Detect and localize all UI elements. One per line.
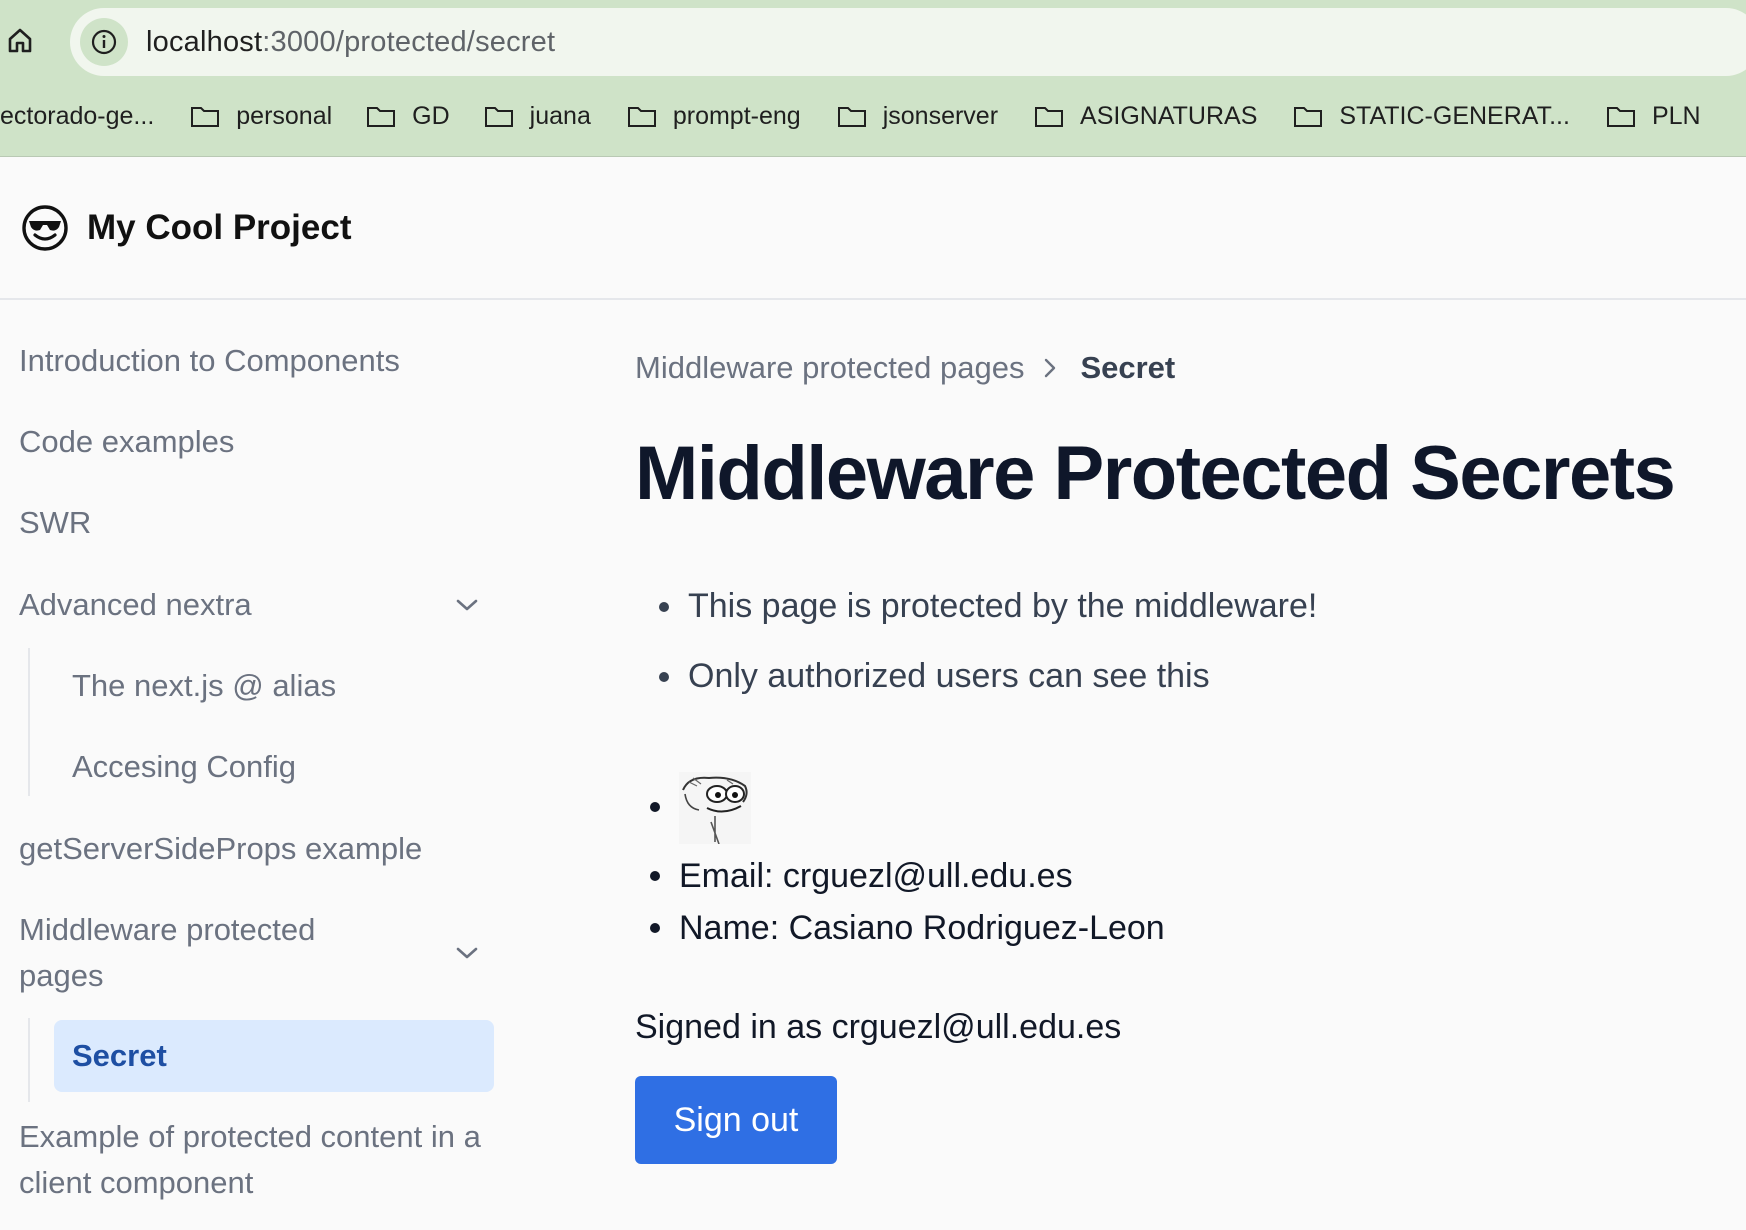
list-item: [635, 772, 1165, 850]
folder-icon: [191, 107, 220, 127]
bookmark-item[interactable]: PLN: [1606, 86, 1701, 146]
breadcrumb: Middleware protected pages Secret: [635, 350, 1175, 386]
sidebar-item-middleware-protected-pages[interactable]: Middleware protected pages: [19, 907, 479, 999]
user-email: Email: crguezl@ull.edu.es: [635, 850, 1165, 902]
site-logo[interactable]: My Cool Project: [21, 204, 351, 252]
avatar: [679, 772, 751, 844]
bookmark-label: jsonserver: [882, 101, 999, 130]
chevron-right-icon: [1042, 356, 1058, 380]
folder-icon: [1035, 107, 1064, 127]
site-header: My Cool Project: [0, 157, 1746, 300]
sidebar-item-label: getServerSideProps example: [19, 831, 423, 866]
bookmark-label: ASIGNATURAS: [1080, 101, 1258, 130]
sidebar-item-client-component-example[interactable]: Example of protected content in a client…: [19, 1114, 481, 1206]
sidebar-item-getserversideprops-example[interactable]: getServerSideProps example: [19, 826, 479, 872]
folder-icon: [837, 107, 866, 127]
bookmark-label: prompt-eng: [672, 101, 801, 130]
home-icon[interactable]: [2, 22, 38, 58]
sidebar-item-label: Middleware protected pages: [19, 912, 316, 993]
bookmark-item[interactable]: prompt-eng: [627, 86, 801, 146]
bookmark-item[interactable]: STATIC-GENERAT...: [1293, 86, 1570, 146]
user-name: Name: Casiano Rodriguez-Leon: [635, 902, 1165, 954]
sidebar-item-secret[interactable]: Secret: [54, 1020, 494, 1092]
chevron-down-icon: [456, 947, 478, 959]
list-item: This page is protected by the middleware…: [635, 578, 1317, 648]
sidebar-item-nextjs-alias[interactable]: The next.js @ alias: [72, 663, 336, 709]
bookmark-item[interactable]: personal: [190, 86, 332, 146]
bookmark-label: ectorado-ge...: [0, 101, 155, 130]
sidebar-item-label: Code examples: [19, 424, 235, 459]
bookmark-label: PLN: [1651, 101, 1701, 130]
sidebar-item-label: Introduction to Components: [19, 343, 400, 378]
sidebar-item-advanced-nextra[interactable]: Advanced nextra: [19, 582, 479, 628]
sidebar-item-label: The next.js @ alias: [72, 668, 337, 703]
folder-icon: [367, 107, 396, 127]
sidebar-item-label: SWR: [19, 505, 92, 540]
page-title: Middleware Protected Secrets: [635, 431, 1676, 516]
sidebar-tree-line: [28, 1018, 30, 1102]
url-path: :3000/protected/secret: [262, 25, 556, 58]
sidebar-item-introduction-to-components[interactable]: Introduction to Components: [19, 338, 479, 384]
sidebar-item-label: Example of protected content in a client…: [19, 1119, 481, 1200]
bookmark-item[interactable]: ASIGNATURAS: [1034, 86, 1257, 146]
chevron-down-icon: [456, 599, 478, 611]
sidebar-item-swr[interactable]: SWR: [19, 500, 479, 546]
sidebar-nav: Introduction to Components Code examples…: [0, 302, 520, 1230]
bookmark-label: STATIC-GENERAT...: [1339, 101, 1570, 130]
folder-icon: [627, 107, 656, 127]
sign-out-button[interactable]: Sign out: [635, 1076, 837, 1164]
bookmark-label: juana: [529, 101, 591, 130]
url-host: localhost: [146, 25, 263, 58]
sidebar-item-label: Advanced nextra: [19, 587, 252, 622]
intro-bullet-list: This page is protected by the middleware…: [635, 578, 1317, 718]
bookmark-label: personal: [236, 101, 333, 130]
folder-icon: [1606, 107, 1635, 127]
list-item: Only authorized users can see this: [635, 648, 1317, 718]
bookmarks-bar: ectorado-ge... personal GD juana prompt-…: [0, 86, 1746, 146]
signed-in-status: Signed in as crguezl@ull.edu.es: [635, 1008, 1122, 1046]
bookmark-item[interactable]: juana: [484, 86, 591, 146]
bookmark-item[interactable]: GD: [366, 86, 450, 146]
url-text[interactable]: localhost:3000/protected/secret: [146, 26, 555, 59]
sidebar-item-accesing-config[interactable]: Accesing Config: [72, 744, 296, 790]
site-info-icon[interactable]: [80, 18, 128, 66]
sidebar-item-label: Secret: [72, 1038, 167, 1073]
user-info-list: Email: crguezl@ull.edu.es Name: Casiano …: [635, 772, 1165, 954]
sidebar-item-code-examples[interactable]: Code examples: [19, 419, 479, 465]
site-title: My Cool Project: [87, 207, 352, 247]
bookmark-item[interactable]: ectorado-ge...: [0, 86, 154, 146]
sidebar-tree-line: [28, 648, 30, 796]
bookmark-item[interactable]: jsonserver: [837, 86, 998, 146]
bookmark-label: GD: [412, 101, 450, 130]
breadcrumb-current: Secret: [1080, 350, 1176, 385]
address-bar[interactable]: localhost:3000/protected/secret: [70, 8, 1746, 76]
breadcrumb-parent-link[interactable]: Middleware protected pages: [635, 350, 1024, 386]
folder-icon: [484, 107, 513, 127]
sidebar-item-label: Accesing Config: [72, 749, 297, 784]
sunglasses-smiley-icon: [22, 204, 68, 251]
folder-icon: [1294, 107, 1323, 127]
browser-chrome: localhost:3000/protected/secret ectorado…: [0, 0, 1746, 157]
